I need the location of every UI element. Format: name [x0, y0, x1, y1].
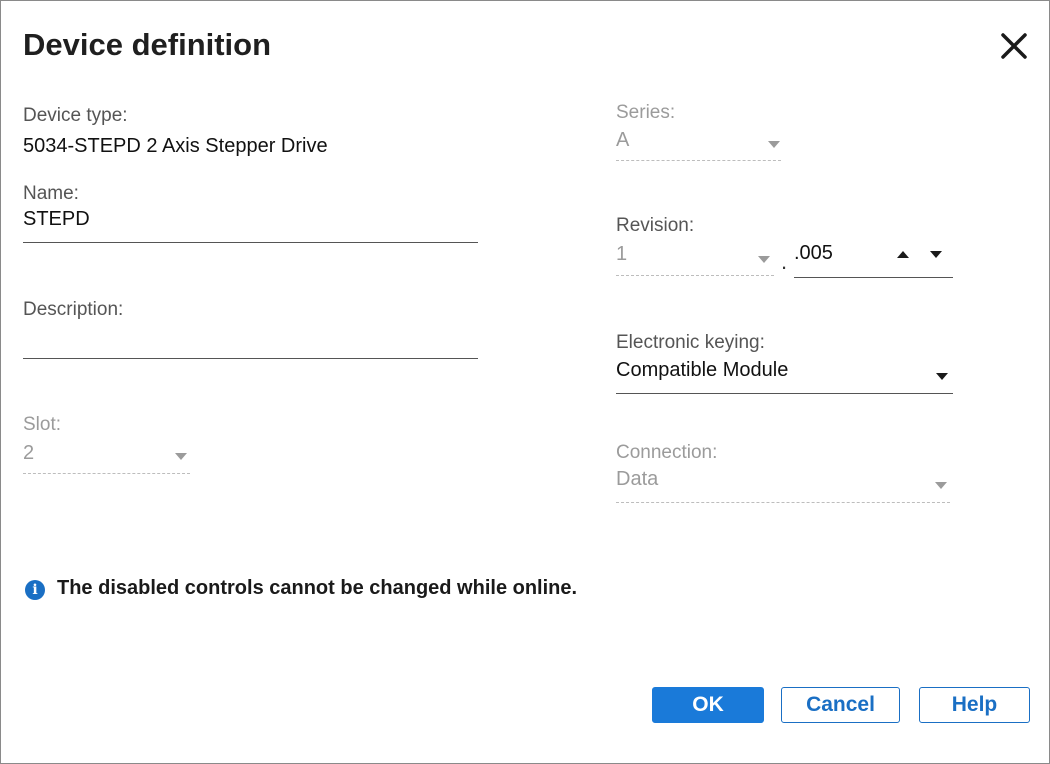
revision-separator: . — [781, 249, 788, 274]
close-icon[interactable] — [997, 29, 1031, 63]
description-underline — [23, 358, 478, 359]
revision-label: Revision: — [616, 215, 695, 236]
revision-minor-spinner[interactable]: .005 — [794, 241, 953, 279]
electronic-keying-value: Compatible Module — [616, 359, 789, 381]
electronic-keying-underline — [616, 393, 953, 394]
connection-underline — [616, 502, 950, 503]
revision-minor-underline — [794, 277, 953, 278]
ok-button[interactable]: OK — [652, 687, 764, 723]
slot-dropdown: 2 — [23, 439, 190, 477]
connection-label: Connection: — [616, 442, 718, 463]
revision-minor-value: .005 — [794, 242, 833, 264]
name-label: Name: — [23, 183, 79, 204]
device-type-label: Device type: — [23, 105, 128, 126]
info-icon: i — [25, 580, 45, 600]
dialog-title: Device definition — [23, 27, 272, 62]
revision-major-underline — [616, 275, 774, 276]
slot-value: 2 — [23, 442, 35, 464]
revision-major-dropdown: 1 — [616, 241, 776, 279]
device-definition-dialog: Device definition Device type: 5034-STEP… — [0, 0, 1050, 764]
chevron-down-icon — [758, 256, 770, 263]
description-label: Description: — [23, 299, 124, 320]
electronic-keying-label: Electronic keying: — [616, 332, 765, 353]
cancel-button[interactable]: Cancel — [781, 687, 900, 723]
increment-arrow-icon[interactable] — [897, 251, 909, 258]
slot-label: Slot: — [23, 414, 62, 435]
device-type-value: 5034-STEPD 2 Axis Stepper Drive — [23, 135, 328, 157]
info-message: The disabled controls cannot be changed … — [57, 577, 578, 599]
name-field[interactable]: STEPD — [23, 205, 478, 245]
connection-value: Data — [616, 468, 659, 490]
decrement-arrow-icon[interactable] — [930, 251, 942, 258]
description-field[interactable] — [23, 323, 478, 361]
slot-underline — [23, 473, 190, 474]
revision-major-value: 1 — [616, 243, 628, 265]
series-value: A — [616, 129, 630, 151]
chevron-down-icon — [936, 373, 948, 380]
series-underline — [616, 160, 781, 161]
chevron-down-icon — [768, 141, 780, 148]
series-label: Series: — [616, 102, 676, 123]
series-dropdown: A — [616, 127, 781, 163]
name-value: STEPD — [23, 208, 90, 230]
name-underline — [23, 242, 478, 243]
electronic-keying-dropdown[interactable]: Compatible Module — [616, 358, 953, 396]
chevron-down-icon — [175, 453, 187, 460]
chevron-down-icon — [935, 482, 947, 489]
help-button[interactable]: Help — [919, 687, 1030, 723]
connection-dropdown: Data — [616, 467, 950, 505]
